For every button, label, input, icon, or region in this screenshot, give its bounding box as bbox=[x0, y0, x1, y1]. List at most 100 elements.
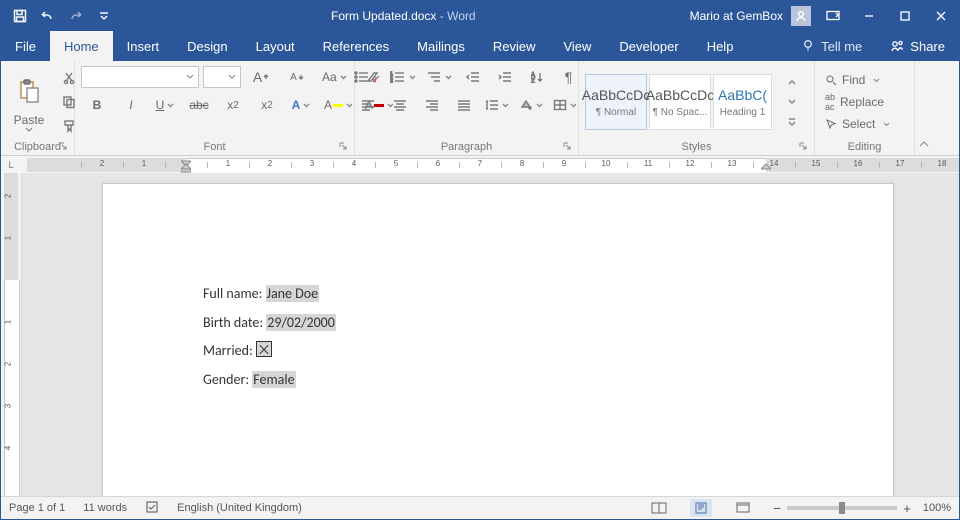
ribbon-tabs: File Home Insert Design Layout Reference… bbox=[1, 31, 959, 61]
tab-design[interactable]: Design bbox=[173, 31, 241, 61]
tab-developer[interactable]: Developer bbox=[605, 31, 692, 61]
replace-button[interactable]: abacReplace bbox=[821, 91, 888, 113]
quick-access-toolbar bbox=[1, 3, 117, 29]
tab-review[interactable]: Review bbox=[479, 31, 550, 61]
shrink-font-button[interactable]: A bbox=[282, 66, 312, 88]
justify-button[interactable] bbox=[449, 94, 479, 116]
grow-font-button[interactable]: A bbox=[246, 66, 276, 88]
paragraph-dialog-launcher[interactable] bbox=[562, 141, 572, 151]
numbering-button[interactable]: 123 bbox=[386, 66, 420, 88]
account-name: Mario at GemBox bbox=[690, 9, 783, 23]
tab-selector[interactable]: L bbox=[1, 160, 21, 170]
view-web-layout[interactable] bbox=[732, 499, 754, 517]
field-gender[interactable]: Female bbox=[252, 371, 295, 388]
bold-button[interactable]: B bbox=[82, 94, 112, 116]
tab-file[interactable]: File bbox=[1, 31, 50, 61]
strikethrough-button[interactable]: abc bbox=[184, 94, 214, 116]
save-button[interactable] bbox=[7, 3, 33, 29]
shading-button[interactable] bbox=[515, 94, 547, 116]
status-page[interactable]: Page 1 of 1 bbox=[9, 502, 65, 514]
zoom-slider-thumb[interactable] bbox=[839, 502, 845, 514]
paste-button[interactable] bbox=[8, 72, 50, 112]
group-clipboard: Paste Clipboard bbox=[1, 61, 75, 155]
superscript-button[interactable]: x2 bbox=[252, 94, 282, 116]
status-proofing-icon[interactable] bbox=[145, 500, 159, 517]
horizontal-ruler[interactable]: 21123456789101112131415161718 bbox=[27, 156, 959, 174]
zoom-control: − + 100% bbox=[773, 500, 951, 516]
style-heading-1[interactable]: AaBbC(Heading 1 bbox=[713, 74, 772, 130]
styles-expand[interactable] bbox=[777, 113, 807, 131]
redo-button[interactable] bbox=[63, 3, 89, 29]
minimize-button[interactable] bbox=[851, 1, 887, 31]
tab-insert[interactable]: Insert bbox=[113, 31, 174, 61]
select-button[interactable]: Select bbox=[821, 113, 894, 135]
tab-help[interactable]: Help bbox=[693, 31, 748, 61]
bullets-button[interactable] bbox=[350, 66, 384, 88]
styles-dialog-launcher[interactable] bbox=[798, 141, 808, 151]
italic-button[interactable]: I bbox=[116, 94, 146, 116]
undo-button[interactable] bbox=[35, 3, 61, 29]
align-right-button[interactable] bbox=[417, 94, 447, 116]
vertical-ruler[interactable]: 211234 bbox=[1, 173, 22, 497]
font-dialog-launcher[interactable] bbox=[338, 141, 348, 151]
close-button[interactable] bbox=[923, 1, 959, 31]
styles-scroll-down[interactable] bbox=[777, 93, 807, 111]
zoom-level[interactable]: 100% bbox=[923, 502, 951, 514]
group-paragraph-label: Paragraph bbox=[441, 141, 492, 153]
view-print-layout[interactable] bbox=[690, 499, 712, 517]
field-birthdate[interactable]: 29/02/2000 bbox=[266, 314, 336, 331]
style-no-spacing[interactable]: AaBbCcDc¶ No Spac... bbox=[649, 74, 711, 130]
tab-layout[interactable]: Layout bbox=[242, 31, 309, 61]
text-effects-button[interactable]: A bbox=[286, 94, 316, 116]
paste-dropdown-icon[interactable] bbox=[25, 127, 33, 133]
zoom-slider[interactable] bbox=[787, 506, 897, 510]
ribbon: Paste Clipboard A A Aa bbox=[1, 61, 959, 156]
styles-scroll-up[interactable] bbox=[777, 73, 807, 91]
account-block[interactable]: Mario at GemBox bbox=[690, 6, 815, 26]
app-name-suffix: - Word bbox=[436, 9, 475, 23]
view-read-mode[interactable] bbox=[648, 499, 670, 517]
tell-me-search[interactable]: Tell me bbox=[787, 31, 876, 61]
tab-mailings[interactable]: Mailings bbox=[403, 31, 479, 61]
status-bar: Page 1 of 1 11 words English (United Kin… bbox=[1, 496, 959, 519]
decrease-indent-button[interactable] bbox=[458, 66, 488, 88]
maximize-button[interactable] bbox=[887, 1, 923, 31]
document-area[interactable]: Full name: Jane Doe Birth date: 29/02/20… bbox=[22, 173, 959, 497]
field-married-checkbox[interactable] bbox=[256, 341, 272, 357]
qat-customize-button[interactable] bbox=[91, 3, 117, 29]
status-word-count[interactable]: 11 words bbox=[83, 502, 127, 514]
collapse-ribbon-button[interactable] bbox=[915, 61, 933, 155]
svg-text:Z: Z bbox=[531, 79, 535, 83]
find-button[interactable]: Find bbox=[821, 69, 884, 91]
sort-button[interactable]: AZ bbox=[522, 66, 552, 88]
status-language[interactable]: English (United Kingdom) bbox=[177, 502, 302, 514]
increase-indent-button[interactable] bbox=[490, 66, 520, 88]
underline-button[interactable]: U bbox=[150, 94, 180, 116]
ribbon-display-options-button[interactable] bbox=[815, 1, 851, 31]
zoom-in-button[interactable]: + bbox=[903, 501, 911, 516]
tab-view[interactable]: View bbox=[549, 31, 605, 61]
form-line-gender: Gender: Female bbox=[203, 366, 336, 395]
group-editing: Find abacReplace Select Editing bbox=[815, 61, 915, 155]
field-fullname[interactable]: Jane Doe bbox=[266, 285, 320, 302]
change-case-button[interactable]: Aa bbox=[318, 66, 351, 88]
subscript-button[interactable]: x2 bbox=[218, 94, 248, 116]
svg-text:3: 3 bbox=[390, 79, 393, 83]
font-name-combo[interactable] bbox=[81, 66, 199, 88]
zoom-out-button[interactable]: − bbox=[773, 500, 781, 516]
line-spacing-button[interactable] bbox=[481, 94, 513, 116]
group-font: A A Aa B I U abc x2 x2 A A A Font bbox=[75, 61, 355, 155]
tell-me-label: Tell me bbox=[821, 39, 862, 54]
style-normal[interactable]: AaBbCcDc¶ Normal bbox=[585, 74, 647, 130]
align-center-button[interactable] bbox=[385, 94, 415, 116]
clipboard-dialog-launcher[interactable] bbox=[58, 141, 68, 151]
multilevel-list-button[interactable] bbox=[422, 66, 456, 88]
tab-references[interactable]: References bbox=[309, 31, 403, 61]
tab-home[interactable]: Home bbox=[50, 31, 113, 61]
form-line-birthdate: Birth date: 29/02/2000 bbox=[203, 309, 336, 338]
font-size-combo[interactable] bbox=[203, 66, 241, 88]
share-button[interactable]: Share bbox=[876, 31, 959, 61]
align-left-button[interactable] bbox=[353, 94, 383, 116]
borders-button[interactable] bbox=[549, 94, 581, 116]
document-content[interactable]: Full name: Jane Doe Birth date: 29/02/20… bbox=[203, 280, 336, 395]
